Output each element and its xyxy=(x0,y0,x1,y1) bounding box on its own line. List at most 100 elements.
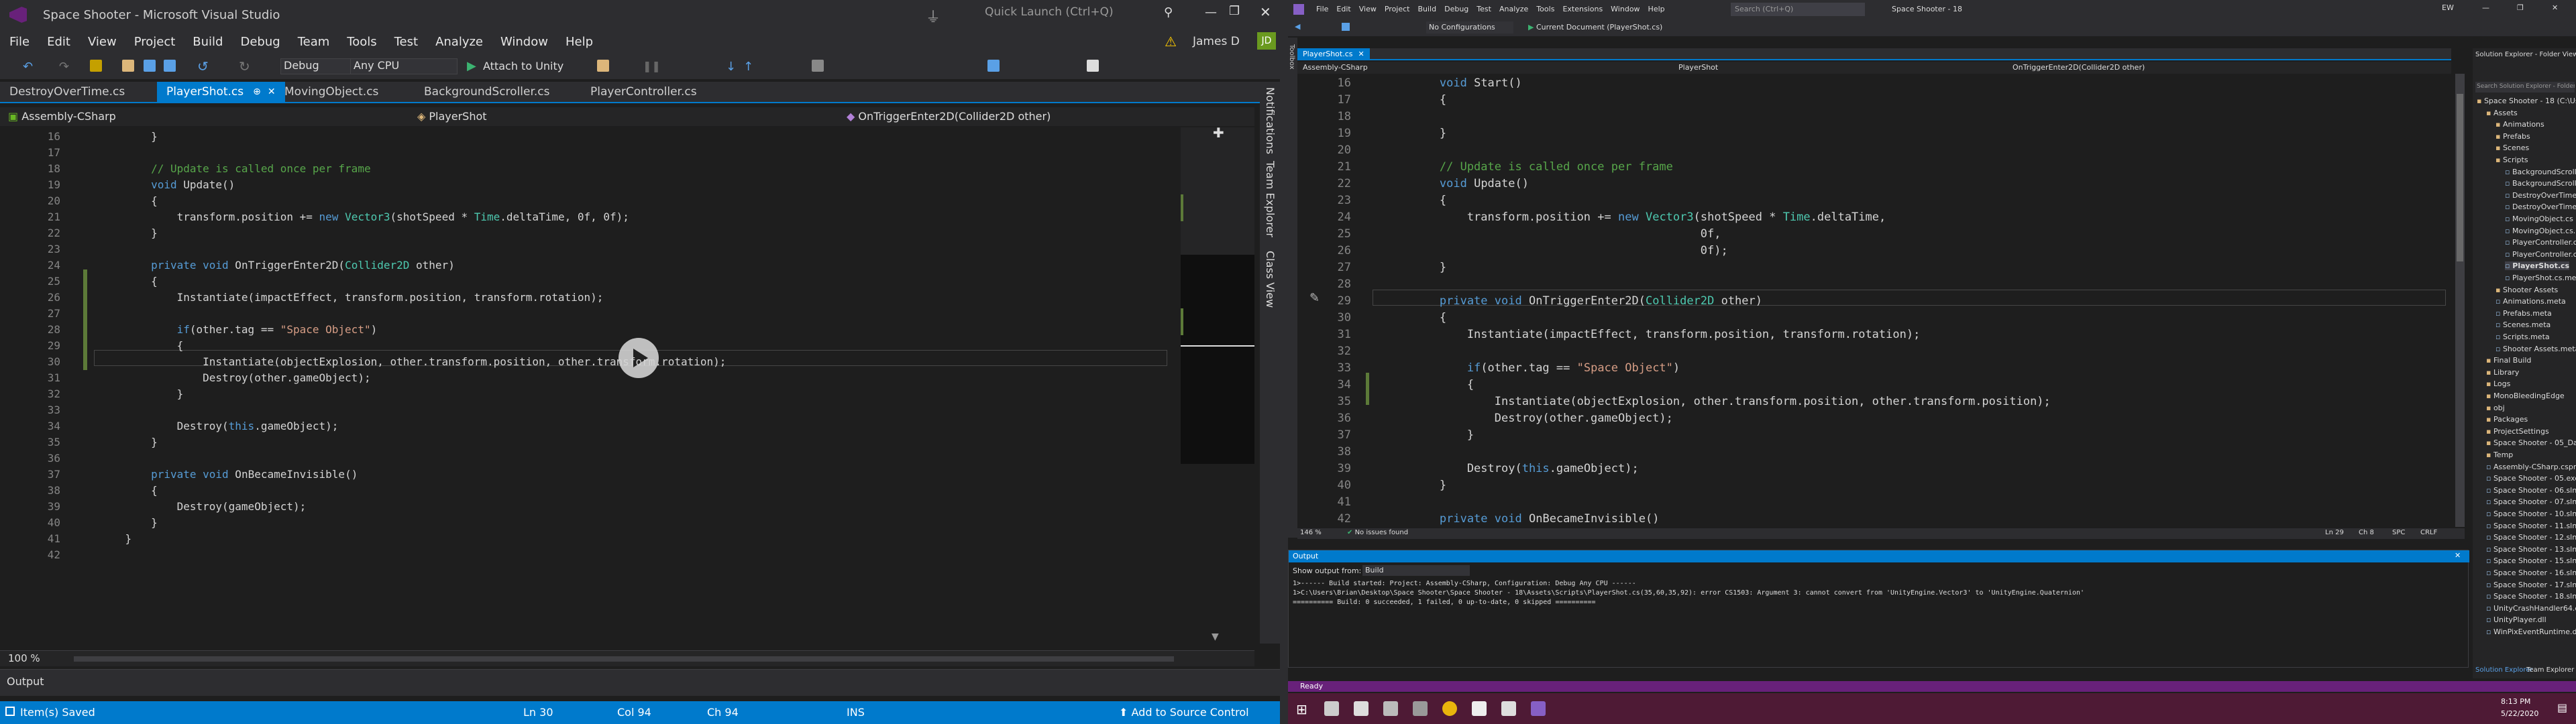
r-menu-analyze[interactable]: Analyze xyxy=(1499,5,1528,13)
solution-tree-item[interactable]: ▫ DestroyOverTime.cs xyxy=(2505,191,2576,200)
side-tab-team-explorer[interactable]: Team Explorer xyxy=(1264,161,1277,237)
solution-tree-item[interactable]: ▪ obj xyxy=(2486,404,2505,412)
r-config-dropdown[interactable]: No Configurations xyxy=(1426,21,1513,34)
open-icon[interactable] xyxy=(122,60,134,72)
solution-tree-item[interactable]: ▫ Animations.meta xyxy=(2496,297,2566,306)
solution-tree-item[interactable]: ▫ Space Shooter - 10.sln xyxy=(2486,509,2576,518)
solution-tree-item[interactable]: ▫ Space Shooter - 17.sln xyxy=(2486,581,2576,589)
solution-tree-item[interactable]: ▪ Library xyxy=(2486,368,2519,377)
menu-build[interactable]: Build xyxy=(193,35,223,49)
menu-tools[interactable]: Tools xyxy=(347,35,376,49)
solution-tree-item[interactable]: ▫ MovingObject.cs xyxy=(2505,215,2573,223)
right-search-input[interactable]: Search (Ctrl+Q) xyxy=(1731,3,1865,16)
r-output-source-dropdown[interactable]: Build xyxy=(1362,565,1470,576)
solution-tree-item[interactable]: ▫ Shooter Assets.meta xyxy=(2496,345,2576,353)
menu-debug[interactable]: Debug xyxy=(240,35,280,49)
minimap-scroll-down-icon[interactable]: ▼ xyxy=(1212,631,1219,642)
solution-tree-item[interactable]: ▪ Final Build xyxy=(2486,356,2531,365)
solution-tree-item[interactable]: ▫ DestroyOverTime.cs.meta xyxy=(2505,202,2576,211)
solution-config-dropdown[interactable]: Debug xyxy=(280,58,354,74)
split-editor-icon[interactable]: ✚ xyxy=(1213,125,1224,141)
solution-tree-item[interactable]: ▪ Packages xyxy=(2486,415,2528,424)
solution-tree-item[interactable]: ▫ Space Shooter - 16.sln xyxy=(2486,568,2576,577)
output-tab-label[interactable]: Output xyxy=(7,675,44,688)
quick-launch-input[interactable]: Quick Launch (Ctrl+Q) xyxy=(981,5,1182,23)
r-menu-extensions[interactable]: Extensions xyxy=(1562,5,1603,13)
r-solution-search[interactable]: Search Solution Explorer - Folder View (… xyxy=(2475,82,2575,93)
r-menu-edit[interactable]: Edit xyxy=(1336,5,1350,13)
r-class-dropdown[interactable]: PlayerShot xyxy=(1678,63,1718,72)
r-issues-indicator[interactable]: ✔ No issues found xyxy=(1347,529,1408,536)
tab-destroy-over-time[interactable]: DestroyOverTime.cs xyxy=(9,82,125,102)
project-dropdown[interactable]: ▣ Assembly-CSharp xyxy=(8,110,411,123)
solution-tree-item[interactable]: ▫ PlayerController.cs xyxy=(2505,238,2576,247)
add-to-source-control-button[interactable]: ⬆ Add to Source Control xyxy=(1119,706,1249,719)
r-menu-test[interactable]: Test xyxy=(1477,5,1491,13)
r-menu-view[interactable]: View xyxy=(1359,5,1377,13)
taskbar-app-3[interactable] xyxy=(1383,701,1398,716)
r-scroll-thumb[interactable] xyxy=(2457,94,2463,261)
tab-background-scroller[interactable]: BackgroundScroller.cs xyxy=(424,82,550,102)
solution-tree-item[interactable]: ▫ Prefabs.meta xyxy=(2496,309,2552,318)
solution-tree-item[interactable]: ▫ PlayerShot.cs.meta xyxy=(2505,274,2576,282)
format-icon[interactable] xyxy=(812,60,824,72)
save-all-icon[interactable] xyxy=(164,60,176,72)
solution-tree-item[interactable]: ▪ Scenes xyxy=(2496,143,2529,152)
solution-tree-item[interactable]: ▫ Space Shooter - 12.sln xyxy=(2486,533,2576,542)
side-tab-notifications[interactable]: Notifications xyxy=(1264,87,1277,154)
r-output-close-icon[interactable]: ✕ xyxy=(2455,551,2461,560)
solution-tree-item[interactable]: ▫ Space Shooter - 05.exe xyxy=(2486,474,2576,483)
maximize-button[interactable]: ❐ xyxy=(1229,4,1240,18)
r-menu-tools[interactable]: Tools xyxy=(1536,5,1554,13)
solution-tree-item[interactable]: ▪ Logs xyxy=(2486,379,2510,388)
r-menu-window[interactable]: Window xyxy=(1611,5,1640,13)
tab-player-controller[interactable]: PlayerController.cs xyxy=(590,82,697,102)
user-name[interactable]: James D xyxy=(1193,35,1240,48)
right-code-editor[interactable]: ✎ 16 void Start() 17 {18 19 } 20 21 // Updat… xyxy=(1297,74,2451,527)
solution-tree-item[interactable]: ▫ WinPixEventRuntime.dll xyxy=(2486,627,2576,636)
solution-tree-item[interactable]: ▫ MovingObject.cs.meta xyxy=(2505,227,2576,235)
solution-tree-item[interactable]: ▫ Assembly-CSharp.csproj xyxy=(2486,463,2576,471)
solution-tree-item[interactable]: ▫ Space Shooter - 18.sln xyxy=(2486,592,2576,601)
step-into-icon[interactable]: ↓ xyxy=(726,60,738,74)
r-menu-project[interactable]: Project xyxy=(1385,5,1410,13)
new-project-icon[interactable] xyxy=(90,60,102,72)
solution-tree-item[interactable]: ▪ Assets xyxy=(2486,109,2518,117)
menu-test[interactable]: Test xyxy=(394,35,418,49)
zoom-level[interactable]: 100 % xyxy=(8,652,40,664)
right-user-avatar[interactable]: EW xyxy=(2442,3,2454,12)
r-project-dropdown[interactable]: Assembly-CSharp xyxy=(1303,63,1368,72)
r-zoom-level[interactable]: 146 % xyxy=(1300,529,1322,536)
r-solution-tab-explorer[interactable]: Solution Explorer xyxy=(2475,666,2533,674)
back-icon[interactable]: ↶ xyxy=(23,60,35,74)
redo-icon[interactable]: ↻ xyxy=(239,58,251,74)
solution-tree-item[interactable]: ▫ BackgroundScroller.cs xyxy=(2505,168,2576,176)
r-solution-tab-team[interactable]: Team Explorer xyxy=(2526,666,2574,674)
solution-tree-item[interactable]: ▫ Scenes.meta xyxy=(2496,320,2551,329)
solution-tree-item[interactable]: ▫ Space Shooter - 15.sln xyxy=(2486,556,2576,565)
right-maximize-button[interactable]: ❐ xyxy=(2517,3,2524,12)
solution-tree-item[interactable]: ▪ ProjectSettings xyxy=(2486,427,2549,436)
r-start-button[interactable]: ▶ Current Document (PlayerShot.cs) xyxy=(1528,23,1662,32)
solution-tree-item[interactable]: ▪ Animations xyxy=(2496,120,2544,129)
taskbar-app-2[interactable] xyxy=(1354,701,1368,716)
forward-icon[interactable]: ↷ xyxy=(59,60,71,74)
pin-icon[interactable]: ⊕ xyxy=(253,86,261,97)
horizontal-scrollbar[interactable] xyxy=(74,656,1174,662)
menu-file[interactable]: File xyxy=(9,35,30,49)
filter-icon[interactable]: ⏚ xyxy=(926,5,941,27)
r-side-tab-toolbox[interactable]: Toolbox xyxy=(1288,44,1295,70)
r-member-dropdown[interactable]: OnTriggerEnter2D(Collider2D other) xyxy=(2012,63,2145,72)
class-dropdown[interactable]: ◈ PlayerShot xyxy=(417,110,847,123)
pause-icon[interactable]: ❚❚ xyxy=(643,60,661,72)
r-menu-help[interactable]: Help xyxy=(1648,5,1665,13)
menu-view[interactable]: View xyxy=(88,35,117,49)
bookmark-icon[interactable] xyxy=(1087,60,1099,72)
solution-tree-item[interactable]: ▫ Space Shooter - 11.sln xyxy=(2486,522,2576,530)
windows-start-icon[interactable]: ⊞ xyxy=(1296,701,1307,717)
right-minimize-button[interactable]: — xyxy=(2482,3,2489,12)
solution-tree-item[interactable]: ▪ MonoBleedingEdge xyxy=(2486,391,2565,400)
solution-tree-item[interactable]: ▫ PlayerShot.cs xyxy=(2505,261,2570,271)
solution-tree-item[interactable]: ▪ Scripts xyxy=(2496,156,2528,164)
side-tab-class-view[interactable]: Class View xyxy=(1264,251,1277,308)
